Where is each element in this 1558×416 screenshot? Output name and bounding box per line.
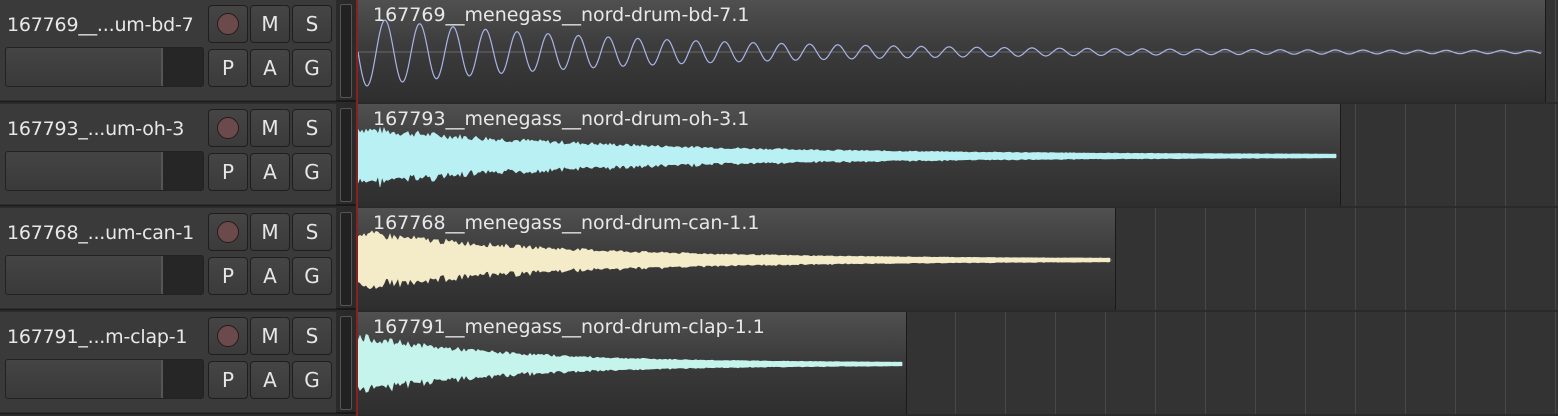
- level-meter: [340, 108, 352, 202]
- gain-fader[interactable]: [5, 47, 204, 87]
- region-name: 167791__menegass__nord-drum-clap-1.1: [373, 316, 765, 338]
- track-2: 167793_...um-oh-3 M S P A G 167793__mene…: [0, 104, 1558, 206]
- level-meter: [340, 316, 352, 410]
- playlist-button[interactable]: P: [208, 257, 248, 295]
- waveform-path: [358, 126, 1337, 188]
- playlist-button[interactable]: P: [208, 49, 248, 87]
- automation-button[interactable]: A: [250, 257, 290, 295]
- playhead[interactable]: [356, 0, 358, 416]
- track-header[interactable]: 167768_...um-can-1 M S P A G: [0, 208, 336, 309]
- record-icon: [217, 13, 239, 35]
- fader-handle[interactable]: [161, 152, 203, 190]
- record-arm-button[interactable]: [208, 109, 248, 147]
- track-lane[interactable]: 167793__menegass__nord-drum-oh-3.1: [356, 104, 1558, 206]
- solo-button[interactable]: S: [292, 5, 332, 43]
- fader-handle[interactable]: [161, 48, 203, 86]
- record-icon: [217, 325, 239, 347]
- track-1: 167769__...um-bd-7 M S P A G 167769__men…: [0, 0, 1558, 102]
- level-meter: [340, 4, 352, 98]
- playlist-button[interactable]: P: [208, 361, 248, 399]
- region-name: 167793__menegass__nord-drum-oh-3.1: [373, 108, 750, 130]
- record-arm-button[interactable]: [208, 213, 248, 251]
- record-arm-button[interactable]: [208, 317, 248, 355]
- level-meter: [340, 212, 352, 306]
- gain-fader[interactable]: [5, 151, 204, 191]
- automation-button[interactable]: A: [250, 49, 290, 87]
- region-name: 167768__menegass__nord-drum-can-1.1: [373, 212, 760, 234]
- region-name: 167769__menegass__nord-drum-bd-7.1: [373, 4, 750, 26]
- audio-region[interactable]: 167768__menegass__nord-drum-can-1.1: [358, 208, 1116, 310]
- record-icon: [217, 117, 239, 139]
- record-icon: [217, 221, 239, 243]
- audio-region[interactable]: 167791__menegass__nord-drum-clap-1.1: [358, 312, 907, 414]
- record-arm-button[interactable]: [208, 5, 248, 43]
- mute-button[interactable]: M: [250, 213, 290, 251]
- group-button[interactable]: G: [292, 153, 332, 191]
- track-header[interactable]: 167769__...um-bd-7 M S P A G: [0, 0, 336, 101]
- gain-fader[interactable]: [5, 359, 204, 399]
- fader-handle[interactable]: [161, 256, 203, 294]
- track-name[interactable]: 167791_...m-clap-1: [7, 324, 207, 350]
- fader-handle[interactable]: [161, 360, 203, 398]
- mute-button[interactable]: M: [250, 5, 290, 43]
- group-button[interactable]: G: [292, 361, 332, 399]
- track-lane[interactable]: 167791__menegass__nord-drum-clap-1.1: [356, 312, 1558, 414]
- track-lane[interactable]: 167768__menegass__nord-drum-can-1.1: [356, 208, 1558, 310]
- solo-button[interactable]: S: [292, 213, 332, 251]
- track-header[interactable]: 167793_...um-oh-3 M S P A G: [0, 104, 336, 205]
- automation-button[interactable]: A: [250, 361, 290, 399]
- track-4: 167791_...m-clap-1 M S P A G 167791__men…: [0, 312, 1558, 414]
- track-name[interactable]: 167768_...um-can-1: [7, 220, 207, 246]
- track-header[interactable]: 167791_...m-clap-1 M S P A G: [0, 312, 336, 413]
- track-name[interactable]: 167793_...um-oh-3: [7, 116, 207, 142]
- automation-button[interactable]: A: [250, 153, 290, 191]
- gain-fader[interactable]: [5, 255, 204, 295]
- track-lane[interactable]: 167769__menegass__nord-drum-bd-7.1: [356, 0, 1558, 102]
- waveform-path: [358, 19, 1542, 87]
- waveform-path: [358, 333, 903, 393]
- solo-button[interactable]: S: [292, 109, 332, 147]
- solo-button[interactable]: S: [292, 317, 332, 355]
- audio-region[interactable]: 167769__menegass__nord-drum-bd-7.1: [358, 0, 1546, 102]
- mute-button[interactable]: M: [250, 317, 290, 355]
- audio-region[interactable]: 167793__menegass__nord-drum-oh-3.1: [358, 104, 1341, 206]
- track-3: 167768_...um-can-1 M S P A G 167768__men…: [0, 208, 1558, 310]
- track-name[interactable]: 167769__...um-bd-7: [7, 12, 207, 38]
- mute-button[interactable]: M: [250, 109, 290, 147]
- group-button[interactable]: G: [292, 257, 332, 295]
- group-button[interactable]: G: [292, 49, 332, 87]
- waveform-path: [358, 230, 1111, 290]
- playlist-button[interactable]: P: [208, 153, 248, 191]
